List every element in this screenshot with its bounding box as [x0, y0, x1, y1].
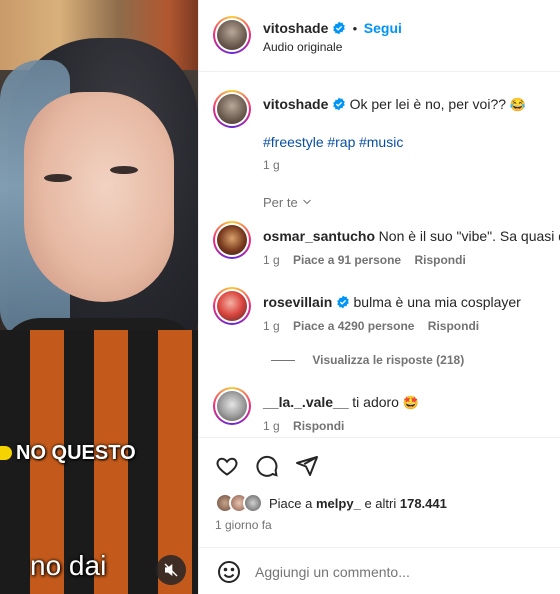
reply-button[interactable]: Rispondi: [414, 253, 465, 267]
comment-meta: 1 g Piace a 91 persone Rispondi: [263, 253, 466, 267]
verified-badge-icon: [337, 295, 349, 309]
post-actions: Piace a melpy_ e altri 178.441 1 giorno …: [199, 437, 560, 554]
author-avatar[interactable]: [213, 16, 251, 54]
comment-avatar[interactable]: [213, 387, 251, 425]
comment-avatar[interactable]: [213, 221, 251, 259]
comment-time: 1 g: [263, 253, 280, 267]
liked-by-suffix: e altri: [364, 496, 397, 511]
view-replies-button[interactable]: Visualizza le risposte (218): [271, 353, 464, 367]
comment-line: __la._.vale__ ti adoro 🤩: [263, 394, 419, 411]
comments-list[interactable]: vitoshade Ok per lei è no, per voi?? 😂 #…: [199, 73, 560, 437]
post-header: vitoshade • Segui Audio originale: [199, 0, 560, 72]
video-person-face: [24, 92, 174, 344]
reply-button[interactable]: Rispondi: [428, 319, 479, 333]
comment-username[interactable]: osmar_santucho: [263, 228, 375, 244]
post-date: 1 giorno fa: [215, 518, 272, 532]
comment-line: rosevillain bulma è una mia cosplayer: [263, 294, 521, 310]
post-panel: vitoshade • Segui Audio originale vitosh…: [198, 0, 560, 594]
audio-label[interactable]: Audio originale: [263, 40, 342, 54]
emoji-icon[interactable]: [217, 560, 241, 584]
liked-by-line: Piace a melpy_ e altri 178.441: [269, 496, 447, 511]
liked-by-count[interactable]: 178.441: [400, 496, 447, 511]
comments-sort[interactable]: Per te: [263, 195, 313, 210]
caption-line: vitoshade Ok per lei è no, per voi?? 😂: [263, 96, 526, 113]
author-username[interactable]: vitoshade: [263, 20, 328, 36]
comment-username[interactable]: __la._.vale__: [263, 394, 349, 410]
video-subtitle-bottom: no dai: [30, 550, 107, 581]
liked-by-user[interactable]: melpy_: [316, 496, 361, 511]
comment-likes[interactable]: Piace a 4290 persone: [293, 319, 414, 333]
view-replies-label: Visualizza le risposte (218): [312, 353, 465, 367]
comment-likes[interactable]: Piace a 91 persone: [293, 253, 401, 267]
caption-author-avatar[interactable]: [213, 90, 251, 128]
comment-meta: 1 g Piace a 4290 persone Rispondi: [263, 319, 479, 333]
caption-time: 1 g: [263, 158, 280, 172]
hashtag-music[interactable]: #music: [359, 134, 403, 150]
caption-username[interactable]: vitoshade: [263, 96, 328, 112]
hashtags: #freestyle #rap #music: [263, 134, 403, 150]
chevron-down-icon: [303, 199, 312, 205]
comment-time: 1 g: [263, 319, 280, 333]
comment-username[interactable]: rosevillain: [263, 294, 332, 310]
hashtag-rap[interactable]: #rap: [327, 134, 355, 150]
add-comment-bar: [199, 547, 560, 594]
laughing-emoji: 😂: [509, 97, 526, 112]
heart-icon[interactable]: [215, 454, 239, 478]
comment-text: ti adoro: [352, 394, 399, 410]
comment-icon[interactable]: [255, 454, 279, 478]
comment-time: 1 g: [263, 419, 280, 433]
liked-by-avatars[interactable]: [215, 493, 269, 515]
speaker-muted-icon[interactable]: [156, 555, 186, 585]
add-comment-input[interactable]: [255, 560, 545, 584]
reply-button[interactable]: Rispondi: [293, 419, 344, 433]
caption-text: Ok per lei è no, per voi??: [349, 96, 507, 112]
comment-avatar[interactable]: [213, 287, 251, 325]
comment-meta: 1 g Rispondi: [263, 419, 344, 433]
comment-text: bulma è una mia cosplayer: [353, 294, 521, 310]
comment-line: osmar_santucho Non è il suo "vibe". Sa q…: [263, 228, 560, 244]
verified-badge-icon: [333, 21, 345, 35]
video-subtitle-top: NO QUESTO: [0, 438, 136, 468]
star-struck-emoji: 🤩: [402, 395, 419, 410]
verified-badge-icon: [333, 97, 345, 111]
follow-button[interactable]: Segui: [364, 20, 402, 36]
sort-label: Per te: [263, 195, 298, 210]
comment-text: Non è il suo "vibe". Sa quasi di: [378, 228, 560, 244]
hashtag-freestyle[interactable]: #freestyle: [263, 134, 324, 150]
video-player[interactable]: NO QUESTO no dai: [0, 0, 198, 594]
liked-by-prefix: Piace a: [269, 496, 313, 511]
share-icon[interactable]: [295, 454, 319, 478]
